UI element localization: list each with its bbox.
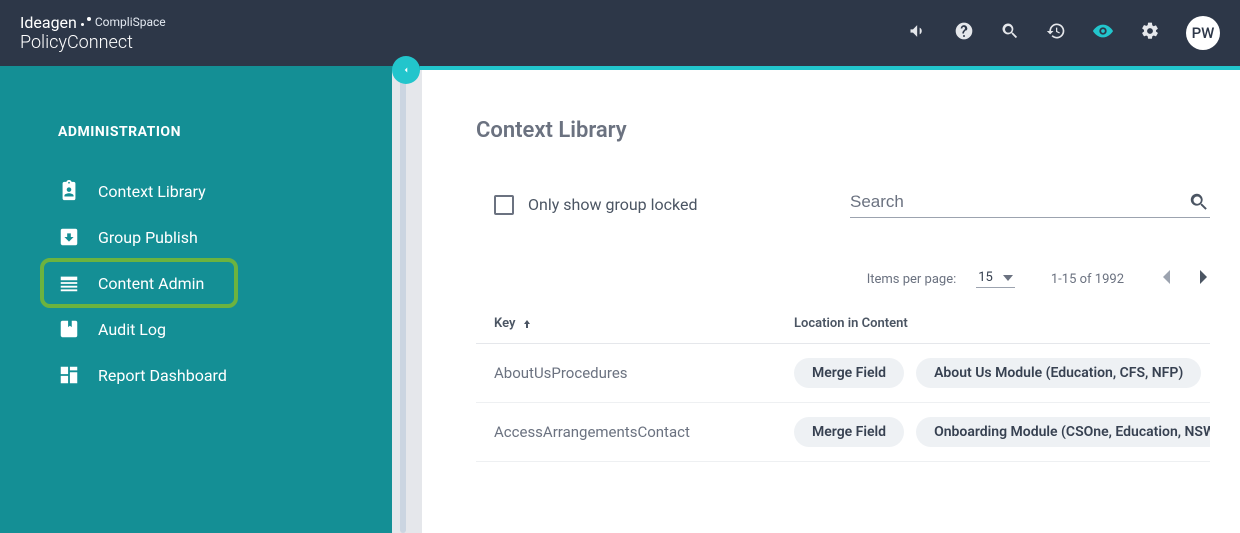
only-locked-checkbox[interactable]: Only show group locked <box>494 195 697 215</box>
sidebar-item-label: Audit Log <box>98 320 166 339</box>
sidebar-item-group-publish[interactable]: Group Publish <box>0 214 392 260</box>
page-title: Context Library <box>476 118 1210 143</box>
pagination-bar: Items per page: 15 1-15 of 1992 <box>476 270 1210 288</box>
table-row[interactable]: AboutUsProcedures Merge Field About Us M… <box>476 344 1210 403</box>
page-size-select[interactable]: 15 <box>976 270 1015 288</box>
chip[interactable]: Merge Field <box>794 358 904 388</box>
spark-icon <box>81 17 91 27</box>
clipboard-user-icon <box>58 180 80 202</box>
user-avatar[interactable]: PW <box>1186 16 1220 50</box>
column-location-header[interactable]: Location in Content <box>794 316 1210 331</box>
brand-block: Ideagen CompliSpace PolicyConnect <box>20 13 166 54</box>
checkbox-box-icon <box>494 195 514 215</box>
search-input[interactable] <box>850 192 1188 212</box>
sidebar-nav: ADMINISTRATION Context Library Group Pub… <box>0 70 392 533</box>
sidebar-resize-strip[interactable] <box>392 70 422 533</box>
main-content: Context Library Only show group locked I… <box>422 70 1240 533</box>
items-per-page-label: Items per page: <box>867 272 957 287</box>
key-cell: AboutUsProcedures <box>494 364 794 382</box>
sidebar-item-context-library[interactable]: Context Library <box>0 168 392 214</box>
next-page-button[interactable] <box>1200 270 1210 288</box>
sidebar-item-label: Group Publish <box>98 228 198 247</box>
chip[interactable]: Onboarding Module (CSOne, Education, NSW… <box>916 417 1210 447</box>
sidebar-item-report-dashboard[interactable]: Report Dashboard <box>0 352 392 398</box>
chevron-left-icon <box>1160 270 1170 284</box>
product-name: PolicyConnect <box>20 32 166 54</box>
checkbox-label: Only show group locked <box>528 195 697 214</box>
chevron-left-icon <box>401 65 411 75</box>
prev-page-button[interactable] <box>1160 270 1170 288</box>
table-header-row: Key Location in Content <box>476 316 1210 344</box>
help-icon[interactable] <box>954 21 974 45</box>
search-icon[interactable] <box>1000 21 1020 45</box>
settings-icon[interactable] <box>1140 21 1160 45</box>
key-cell: AccessArrangementsContact <box>494 423 794 441</box>
search-icon <box>1188 191 1210 213</box>
search-field[interactable] <box>850 191 1210 218</box>
announce-icon[interactable] <box>908 21 928 45</box>
brand-name-secondary: CompliSpace <box>95 15 166 29</box>
download-box-icon <box>58 226 80 248</box>
sidebar-item-label: Report Dashboard <box>98 366 227 385</box>
list-box-icon <box>58 272 80 294</box>
table-row[interactable]: AccessArrangementsContact Merge Field On… <box>476 403 1210 462</box>
refresh-clock-icon[interactable] <box>1046 21 1066 45</box>
sidebar-heading: ADMINISTRATION <box>0 124 392 168</box>
sidebar-item-label: Context Library <box>98 182 206 201</box>
brand-name-primary: Ideagen <box>20 13 77 32</box>
column-key-header[interactable]: Key <box>494 316 794 331</box>
chevron-right-icon <box>1200 270 1210 284</box>
caret-down-icon <box>1003 275 1013 281</box>
sort-asc-icon <box>521 318 533 330</box>
sidebar-item-content-admin[interactable]: Content Admin <box>42 260 236 306</box>
collapse-sidebar-button[interactable] <box>392 56 420 84</box>
app-header: Ideagen CompliSpace PolicyConnect PW <box>0 0 1240 66</box>
page-size-value: 15 <box>978 270 993 285</box>
visibility-icon[interactable] <box>1092 20 1114 46</box>
bookmark-box-icon <box>58 318 80 340</box>
chip[interactable]: Merge Field <box>794 417 904 447</box>
sidebar-item-audit-log[interactable]: Audit Log <box>0 306 392 352</box>
sidebar-item-label: Content Admin <box>98 274 204 293</box>
dashboard-icon <box>58 364 80 386</box>
chip[interactable]: About Us Module (Education, CFS, NFP) <box>916 358 1201 388</box>
page-range-text: 1-15 of 1992 <box>1051 272 1124 287</box>
